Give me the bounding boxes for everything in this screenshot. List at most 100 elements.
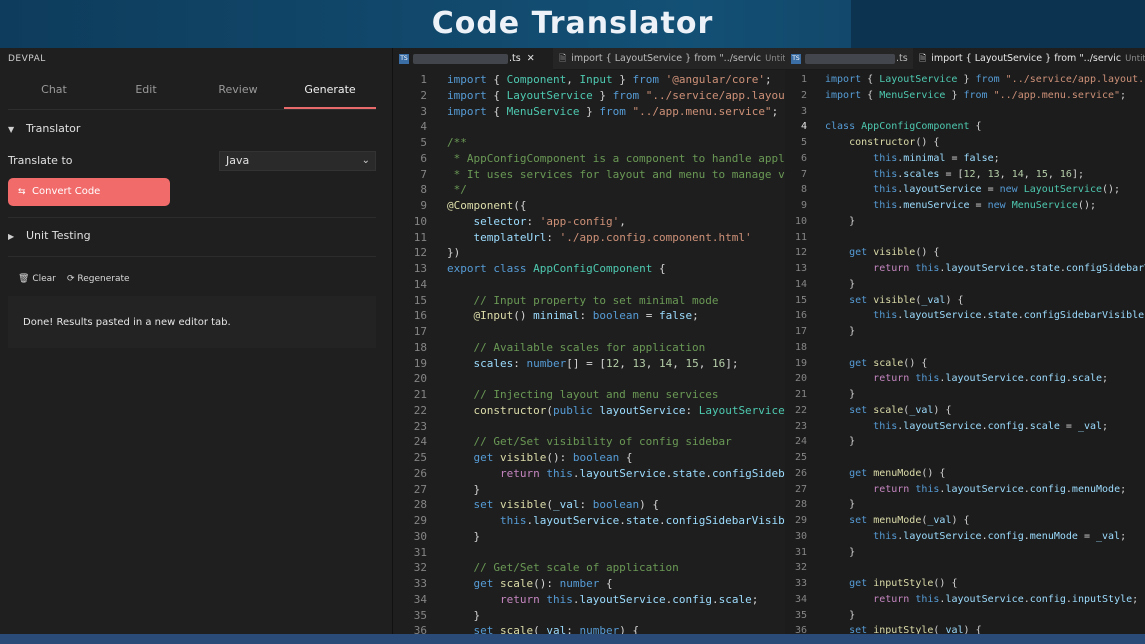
tab-generate[interactable]: Generate (284, 76, 376, 109)
translator-section-toggle[interactable]: ▼ Translator (8, 122, 80, 135)
line-number: 34 (413, 592, 427, 606)
code-line[interactable]: 28 set visible(_val: boolean) { (393, 497, 785, 513)
code-line[interactable]: 21 // Injecting layout and menu services (393, 387, 785, 403)
code-line[interactable]: 9 this.menuService = new MenuService(); (785, 198, 1145, 214)
code-area[interactable]: 1 import { Component, Input } from '@angu… (393, 72, 785, 634)
code-line[interactable]: 36 set inputStyle(_val) { (785, 623, 1145, 634)
code-line[interactable]: 33 get inputStyle() { (785, 576, 1145, 592)
unit-testing-section-toggle[interactable]: ▶ Unit Testing (8, 229, 91, 242)
code-line[interactable]: 30 this.layoutService.config.menuMode = … (785, 529, 1145, 545)
code-line[interactable]: 5 /** (393, 135, 785, 151)
code-line[interactable]: 20 (393, 371, 785, 387)
source-editor[interactable]: TS .ts ✕ 🗎 import { LayoutService } from ".… (392, 48, 785, 634)
code-line[interactable]: 4 class AppConfigComponent { (785, 119, 1145, 135)
code-line[interactable]: 27 } (393, 482, 785, 498)
code-line[interactable]: 12}) (393, 245, 785, 261)
code-line[interactable]: 29 this.layoutService.state.configSideba… (393, 513, 785, 529)
code-line[interactable]: 14 (393, 277, 785, 293)
code-area[interactable]: 1 import { LayoutService } from "../servi… (785, 72, 1145, 634)
clear-button[interactable]: 🗑 Clear (18, 274, 56, 284)
code-text: get scale() { (849, 357, 928, 369)
code-line[interactable]: 10 } (785, 214, 1145, 230)
code-line[interactable]: 30 } (393, 529, 785, 545)
code-line[interactable]: 35 } (785, 608, 1145, 624)
code-line[interactable]: 5 constructor() { (785, 135, 1145, 151)
page-title: Code Translator (431, 6, 714, 41)
code-line[interactable]: 11 (785, 230, 1145, 246)
code-line[interactable]: 24 // Get/Set visibility of config sideb… (393, 434, 785, 450)
code-line[interactable]: 28 } (785, 497, 1145, 513)
code-line[interactable]: 3 (785, 104, 1145, 120)
code-line[interactable]: 7 this.scales = [12, 13, 14, 15, 16]; (785, 167, 1145, 183)
code-line[interactable]: 34 return this.layoutService.config.inpu… (785, 592, 1145, 608)
code-text: return this.layoutService.config.menuMod… (873, 483, 1127, 495)
code-line[interactable]: 4 (393, 119, 785, 135)
code-line[interactable]: 34 return this.layoutService.config.scal… (393, 592, 785, 608)
code-line[interactable]: 31 } (785, 545, 1145, 561)
code-line[interactable]: 26 return this.layoutService.state.confi… (393, 466, 785, 482)
regenerate-button[interactable]: ⟳ Regenerate (67, 274, 130, 284)
code-line[interactable]: 19 scales: number[] = [12, 13, 14, 15, 1… (393, 356, 785, 372)
line-number: 24 (413, 435, 427, 449)
tab-untitled: Untitled (765, 54, 785, 64)
code-line[interactable]: 24 } (785, 434, 1145, 450)
code-line[interactable]: 1 import { LayoutService } from "../servi… (785, 72, 1145, 88)
language-select[interactable]: Java ⌄ (219, 151, 376, 171)
code-line[interactable]: 7 * It uses services for layout and menu… (393, 167, 785, 183)
code-line[interactable]: 29 set menuMode(_val) { (785, 513, 1145, 529)
editor-tab-source[interactable]: TS .ts ✕ (393, 48, 553, 70)
code-line[interactable]: 16 @Input() minimal: boolean = false; (393, 308, 785, 324)
code-line[interactable]: 13 return this.layoutService.state.confi… (785, 261, 1145, 277)
code-line[interactable]: 36 set scale(_val: number) { (393, 623, 785, 634)
code-line[interactable]: 21 } (785, 387, 1145, 403)
editor-tab-untitled[interactable]: 🗎 import { LayoutService } from "../servi… (913, 48, 1145, 70)
convert-code-button[interactable]: ⇆ Convert Code (8, 178, 170, 206)
code-line[interactable]: 17 } (785, 324, 1145, 340)
translated-editor[interactable]: TS .ts 🗎 import { LayoutService } from "..… (785, 48, 1145, 634)
code-line[interactable]: 11 templateUrl: './app.config.component.… (393, 230, 785, 246)
code-line[interactable]: 22 set scale(_val) { (785, 403, 1145, 419)
code-line[interactable]: 25 get visible(): boolean { (393, 450, 785, 466)
code-line[interactable]: 32 (785, 560, 1145, 576)
code-line[interactable]: 20 return this.layoutService.config.scal… (785, 371, 1145, 387)
code-line[interactable]: 16 this.layoutService.state.configSideba… (785, 308, 1145, 324)
code-line[interactable]: 31 (393, 545, 785, 561)
line-number: 2 (420, 88, 427, 102)
code-line[interactable]: 19 get scale() { (785, 356, 1145, 372)
code-line[interactable]: 2 import { MenuService } from "../app.men… (785, 88, 1145, 104)
code-line[interactable]: 1 import { Component, Input } from '@angu… (393, 72, 785, 88)
tab-edit[interactable]: Edit (100, 76, 192, 109)
code-line[interactable]: 6 this.minimal = false; (785, 151, 1145, 167)
code-line[interactable]: 9 @Component({ (393, 198, 785, 214)
code-line[interactable]: 8 this.layoutService = new LayoutService… (785, 182, 1145, 198)
code-line[interactable]: 15 set visible(_val) { (785, 293, 1145, 309)
code-line[interactable]: 8 */ (393, 182, 785, 198)
tab-chat[interactable]: Chat (8, 76, 100, 109)
code-line[interactable]: 33 get scale(): number { (393, 576, 785, 592)
code-line[interactable]: 25 (785, 450, 1145, 466)
code-line[interactable]: 12 get visible() { (785, 245, 1145, 261)
code-line[interactable]: 32 // Get/Set scale of application (393, 560, 785, 576)
editor-tab-source[interactable]: TS .ts (785, 48, 913, 70)
tab-review[interactable]: Review (192, 76, 284, 109)
code-line[interactable]: 10 selector: 'app-config', (393, 214, 785, 230)
code-line[interactable]: 35 } (393, 608, 785, 624)
code-line[interactable]: 13 export class AppConfigComponent { (393, 261, 785, 277)
editor-tab-untitled[interactable]: 🗎 import { LayoutService } from "../servi… (553, 48, 785, 70)
code-line[interactable]: 2 import { LayoutService } from "../servi… (393, 88, 785, 104)
close-icon[interactable]: ✕ (527, 53, 535, 64)
code-line[interactable]: 18 // Available scales for application (393, 340, 785, 356)
code-line[interactable]: 6 * AppConfigComponent is a component to… (393, 151, 785, 167)
code-text: // Available scales for application (447, 340, 706, 354)
code-line[interactable]: 23 this.layoutService.config.scale = _va… (785, 419, 1145, 435)
code-line[interactable]: 3 import { MenuService } from "../app.men… (393, 104, 785, 120)
code-line[interactable]: 17 (393, 324, 785, 340)
code-line[interactable]: 14 } (785, 277, 1145, 293)
code-line[interactable]: 26 get menuMode() { (785, 466, 1145, 482)
code-line[interactable]: 15 // Input property to set minimal mode (393, 293, 785, 309)
code-text: this.layoutService.state.configSidebarVi… (873, 310, 1145, 322)
code-line[interactable]: 18 (785, 340, 1145, 356)
code-line[interactable]: 22 constructor(public layoutService: Lay… (393, 403, 785, 419)
code-line[interactable]: 27 return this.layoutService.config.menu… (785, 482, 1145, 498)
code-line[interactable]: 23 (393, 419, 785, 435)
